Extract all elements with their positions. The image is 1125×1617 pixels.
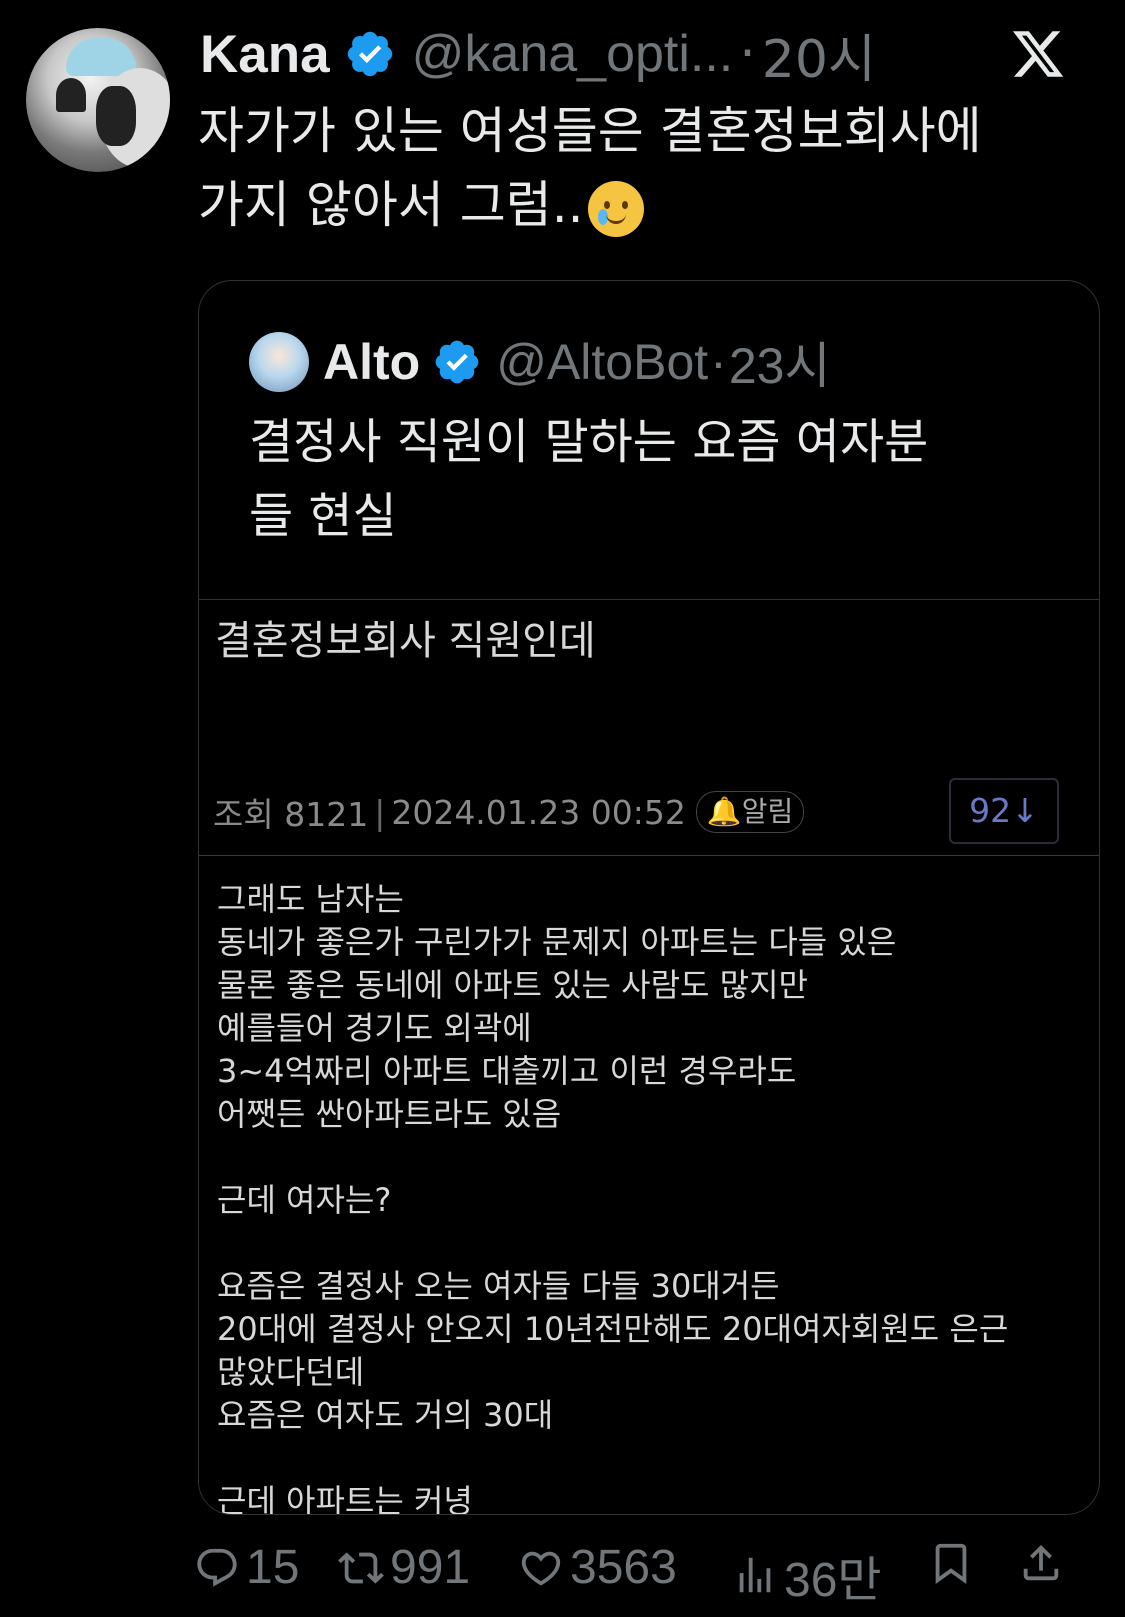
analytics-icon [739, 1557, 771, 1593]
tweet-text: 자가가 있는 여성들은 결혼정보회사에 가지 않아서 그럼.. [198, 94, 1078, 242]
bookmark-button[interactable] [928, 1540, 980, 1586]
comment-count: 92 [969, 791, 1012, 830]
reply-count: 15 [246, 1541, 300, 1594]
author-avatar[interactable] [26, 28, 170, 172]
post-date: 2024.01.23 00:52 [391, 792, 686, 832]
reply-icon [197, 1548, 237, 1587]
author-name[interactable]: Kana [200, 24, 330, 85]
separator-dot: · [710, 334, 727, 390]
views-button[interactable]: 36만 [732, 1540, 882, 1610]
post-meta: 조회 8121 | 2024.01.23 00:52 🔔알림 [213, 788, 805, 836]
verified-badge-icon [347, 31, 392, 77]
post-body-line: 요즘은 결정사 오는 여자들 다들 30대거든 [217, 1267, 780, 1305]
quoted-time[interactable]: 23시 [729, 326, 831, 398]
quoted-text-line: 결정사 직원이 말하는 요즘 여자분 [249, 414, 929, 470]
tweet-time[interactable]: 20시 [762, 17, 876, 92]
quoted-author-name[interactable]: Alto [323, 333, 420, 391]
separator-dot: · [739, 24, 756, 84]
quoted-header: Alto @AltoBot · 23시 [249, 331, 830, 394]
quoted-text: 결정사 직원이 말하는 요즘 여자분 들 현실 [249, 405, 1049, 553]
quoted-avatar[interactable] [249, 332, 309, 392]
quoted-author-handle[interactable]: @AltoBot [496, 333, 708, 391]
tweet-text-line: 가지 않아서 그럼.. [198, 176, 584, 234]
post-body-line: 그래도 남자는 [217, 880, 404, 918]
quoted-tweet[interactable]: Alto @AltoBot · 23시 결정사 직원이 말하는 요즘 여자분 들… [198, 280, 1100, 1515]
alarm-button: 🔔알림 [695, 791, 805, 833]
share-button[interactable] [1018, 1540, 1070, 1586]
attached-image[interactable]: 결혼정보회사 직원인데 조회 8121 | 2024.01.23 00:52 🔔… [199, 599, 1099, 1515]
bookmark-icon [935, 1543, 967, 1584]
alarm-label: 알림 [741, 795, 794, 828]
retweet-button[interactable]: 991 [338, 1540, 470, 1595]
x-logo-icon[interactable] [1010, 26, 1066, 82]
comment-count-box: 92↓ [949, 778, 1059, 844]
post-body-line: 예를들어 경기도 외곽에 [217, 1009, 532, 1047]
tweet-text-line: 자가가 있는 여성들은 결혼정보회사에 [198, 102, 982, 160]
retweet-count: 991 [390, 1541, 471, 1594]
verified-badge-icon [435, 340, 479, 384]
action-bar: 15 991 3563 36만 [0, 1540, 1125, 1607]
view-count: 36만 [784, 1554, 882, 1607]
retweet-icon [338, 1551, 384, 1584]
post-body: 그래도 남자는동네가 좋은가 구린가가 문제지 아파트는 다들 있은물론 좋은 … [217, 878, 1009, 1515]
divider [199, 855, 1099, 856]
like-count: 3563 [570, 1541, 677, 1594]
heart-icon [521, 1551, 561, 1586]
post-body-line: 동네가 좋은가 구린가가 문제지 아파트는 다들 있은 [217, 923, 897, 961]
like-button[interactable]: 3563 [518, 1540, 677, 1595]
quoted-text-line: 들 현실 [249, 488, 397, 544]
view-count: 조회 8121 [213, 795, 369, 834]
post-body-line: 많았다던데 [217, 1353, 365, 1391]
post-body-line: 20대에 결정사 안오지 10년전만해도 20대여자회원도 은근 [217, 1310, 1009, 1348]
crying-face-icon [587, 180, 644, 237]
post-body-line: 물론 좋은 동네에 아파트 있는 사람도 많지만 [217, 966, 808, 1004]
reply-button[interactable]: 15 [194, 1540, 299, 1595]
post-body-line: 근데 아파트는 커녕 [217, 1482, 473, 1515]
post-body-line: 근데 여자는? [217, 1181, 392, 1219]
share-icon [1023, 1544, 1059, 1581]
post-body-line: 요즘은 여자도 거의 30대 [217, 1396, 554, 1434]
tweet-header: Kana @kana_opti... · 20시 [200, 24, 876, 90]
post-title: 결혼정보회사 직원인데 [215, 618, 596, 664]
post-body-line: 3~4억짜리 아파트 대출끼고 이런 경우라도 [217, 1052, 797, 1090]
post-body-line: 어쨋든 싼아파트라도 있음 [217, 1095, 562, 1133]
author-handle[interactable]: @kana_opti... [412, 24, 734, 84]
